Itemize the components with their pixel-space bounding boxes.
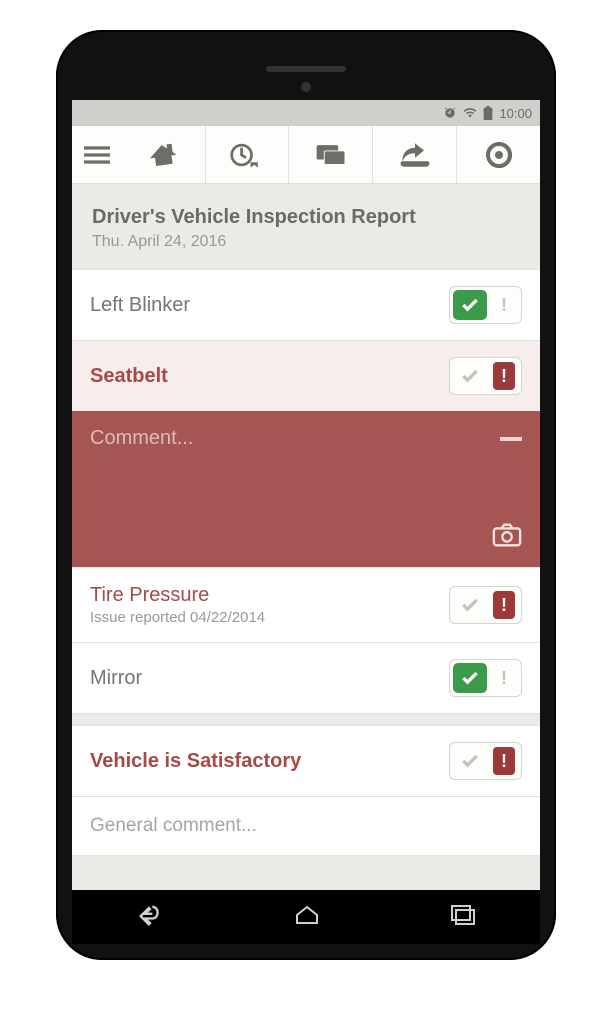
comment-placeholder: Comment... [90, 427, 193, 450]
status-toggle[interactable]: ! [449, 742, 522, 780]
status-toggle[interactable]: ! [449, 286, 522, 324]
home-button[interactable] [122, 126, 205, 183]
recents-button[interactable] [450, 904, 476, 931]
comment-panel[interactable]: Comment... [72, 411, 540, 567]
item-label: Vehicle is Satisfactory [90, 750, 301, 773]
alert-icon[interactable]: ! [493, 747, 515, 775]
status-time: 10:00 [499, 106, 532, 121]
android-status-bar: 10:00 [72, 100, 540, 126]
check-icon[interactable] [453, 746, 487, 776]
item-sub: Issue reported 04/22/2014 [90, 609, 265, 626]
status-toggle[interactable]: ! [449, 357, 522, 395]
check-icon[interactable] [453, 290, 487, 320]
item-label: Mirror [90, 667, 142, 690]
item-label: Left Blinker [90, 294, 190, 317]
alert-icon[interactable]: ! [493, 664, 515, 692]
alert-icon[interactable]: ! [493, 291, 515, 319]
check-icon[interactable] [453, 663, 487, 693]
section-gap [72, 713, 540, 725]
item-label: Seatbelt [90, 365, 168, 388]
android-nav-bar [72, 890, 540, 944]
battery-icon [483, 106, 493, 120]
status-toggle[interactable]: ! [449, 586, 522, 624]
general-comment-input[interactable]: General comment... [72, 796, 540, 855]
check-icon[interactable] [453, 590, 487, 620]
alert-icon[interactable]: ! [493, 591, 515, 619]
general-comment-placeholder: General comment... [90, 815, 257, 836]
inspection-row[interactable]: Left Blinker ! [72, 269, 540, 340]
dot-button[interactable] [456, 126, 540, 183]
camera-icon[interactable] [492, 522, 522, 553]
report-header: Driver's Vehicle Inspection Report Thu. … [72, 184, 540, 269]
status-toggle[interactable]: ! [449, 659, 522, 697]
inspection-row[interactable]: Seatbelt ! [72, 340, 540, 411]
inspection-row[interactable]: Mirror ! [72, 642, 540, 713]
wifi-icon [463, 106, 477, 120]
check-icon[interactable] [453, 361, 487, 391]
messages-button[interactable] [288, 126, 372, 183]
collapse-icon[interactable] [500, 437, 522, 441]
bottom-spacer [72, 855, 540, 890]
alarm-icon [443, 106, 457, 120]
satisfactory-row[interactable]: Vehicle is Satisfactory ! [72, 725, 540, 796]
app-toolbar [72, 126, 540, 184]
report-date: Thu. April 24, 2016 [92, 233, 520, 251]
inspection-row[interactable]: Tire Pressure Issue reported 04/22/2014 … [72, 567, 540, 642]
item-label: Tire Pressure [90, 584, 265, 607]
share-button[interactable] [372, 126, 456, 183]
home-nav-button[interactable] [293, 901, 321, 934]
alert-icon[interactable]: ! [493, 362, 515, 390]
report-title: Driver's Vehicle Inspection Report [92, 206, 520, 229]
back-button[interactable] [136, 901, 164, 934]
menu-button[interactable] [72, 126, 122, 183]
logs-button[interactable] [205, 126, 289, 183]
